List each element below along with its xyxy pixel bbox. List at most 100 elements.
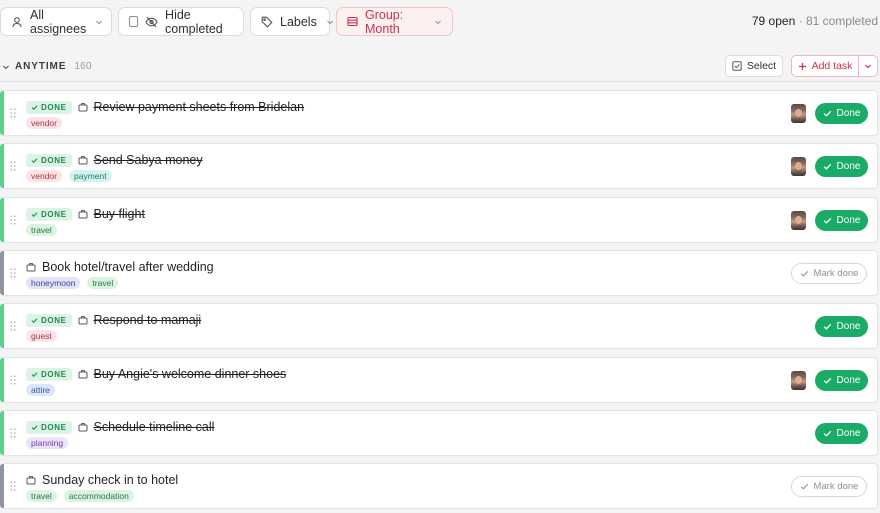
- task-title[interactable]: Review payment sheets from Bridelan: [94, 100, 305, 114]
- tag-travel[interactable]: travel: [87, 277, 119, 289]
- task-title[interactable]: Buy flight: [94, 207, 145, 221]
- done-badge-label: DONE: [41, 315, 67, 325]
- done-button[interactable]: Done: [815, 423, 868, 444]
- done-button[interactable]: Done: [815, 156, 868, 177]
- task-type-icon: [78, 156, 88, 165]
- count-separator: ·: [798, 14, 803, 28]
- task-row[interactable]: DONE Respond to mamaji guest Done: [0, 303, 878, 349]
- task-tags: travel: [26, 224, 57, 236]
- task-title-line: DONE Respond to mamaji: [26, 313, 201, 327]
- task-title[interactable]: Send Sabya money: [94, 153, 203, 167]
- section-toggle[interactable]: ANYTIME 160: [2, 61, 92, 72]
- add-task-options-button[interactable]: [858, 55, 878, 77]
- assignee-avatar[interactable]: [791, 371, 806, 390]
- task-title[interactable]: Schedule timeline call: [94, 420, 215, 434]
- add-task-label: Add task: [811, 60, 853, 72]
- drag-handle-icon[interactable]: [10, 215, 16, 225]
- task-row[interactable]: Book hotel/travel after wedding honeymoo…: [0, 250, 878, 296]
- status-stripe: [0, 411, 4, 455]
- drag-handle-icon[interactable]: [10, 481, 16, 491]
- done-badge: DONE: [26, 153, 72, 167]
- hide-completed-toggle[interactable]: Hide completed: [118, 7, 244, 36]
- labels-label: Labels: [280, 14, 317, 29]
- task-type-icon: [78, 370, 88, 379]
- task-tags: attire: [26, 384, 55, 396]
- task-title-line: DONE Send Sabya money: [26, 153, 203, 167]
- done-badge: DONE: [26, 313, 72, 327]
- task-title-line: DONE Buy Angie's welcome dinner shoes: [26, 367, 286, 381]
- done-button[interactable]: Done: [815, 370, 868, 391]
- done-button[interactable]: Done: [815, 103, 868, 124]
- tag-travel[interactable]: travel: [26, 490, 57, 502]
- done-badge: DONE: [26, 207, 72, 221]
- tag-payment[interactable]: payment: [69, 170, 112, 182]
- check-icon: [31, 371, 38, 377]
- drag-handle-icon[interactable]: [10, 108, 16, 118]
- chevron-down-icon: [865, 64, 871, 69]
- plus-icon: [798, 62, 806, 70]
- select-button[interactable]: Select: [725, 55, 783, 77]
- task-row[interactable]: DONE Send Sabya money vendor payment Done: [0, 143, 878, 189]
- task-row[interactable]: DONE Schedule timeline call planning Don…: [0, 410, 878, 456]
- drag-handle-icon[interactable]: [10, 268, 16, 278]
- done-badge: DONE: [26, 420, 72, 434]
- assignee-avatar[interactable]: [791, 104, 806, 123]
- drag-handle-icon[interactable]: [10, 321, 16, 331]
- drag-handle-icon[interactable]: [10, 375, 16, 385]
- mark-done-label: Mark done: [813, 481, 859, 492]
- mark-done-button[interactable]: Mark done: [791, 476, 867, 497]
- open-count: 79 open: [751, 14, 796, 28]
- task-type-icon: [78, 423, 88, 432]
- task-title[interactable]: Respond to mamaji: [94, 313, 202, 327]
- done-button[interactable]: Done: [815, 210, 868, 231]
- group-label: Group: Month: [365, 7, 404, 36]
- task-row[interactable]: DONE Buy flight travel Done: [0, 197, 878, 243]
- tag-guest[interactable]: guest: [26, 330, 57, 342]
- task-tags: travel accommodation: [26, 490, 134, 502]
- drag-handle-icon[interactable]: [10, 428, 16, 438]
- group-by-month-dropdown[interactable]: Group: Month: [336, 7, 453, 36]
- mark-done-button[interactable]: Mark done: [791, 263, 867, 284]
- tag-travel[interactable]: travel: [26, 224, 57, 236]
- task-type-icon: [78, 210, 88, 219]
- user-icon: [12, 16, 22, 27]
- check-icon: [31, 317, 38, 323]
- calendar-icon: [347, 16, 358, 27]
- task-tags: guest: [26, 330, 57, 342]
- done-button-label: Done: [836, 108, 861, 119]
- hide-completed-checkbox[interactable]: [129, 16, 139, 27]
- task-tags: vendor payment: [26, 170, 112, 182]
- check-icon: [31, 211, 38, 217]
- check-icon: [823, 430, 831, 437]
- tag-attire[interactable]: attire: [26, 384, 55, 396]
- tag-honeymoon[interactable]: honeymoon: [26, 277, 81, 289]
- drag-handle-icon[interactable]: [10, 161, 16, 171]
- task-row[interactable]: DONE Review payment sheets from Bridelan…: [0, 90, 878, 136]
- labels-filter[interactable]: Labels: [250, 7, 333, 36]
- tag-vendor[interactable]: vendor: [26, 170, 62, 182]
- task-row[interactable]: DONE Buy Angie's welcome dinner shoes at…: [0, 357, 878, 403]
- tag-accommodation[interactable]: accommodation: [63, 490, 134, 502]
- task-title[interactable]: Book hotel/travel after wedding: [42, 260, 214, 274]
- tag-vendor[interactable]: vendor: [26, 117, 62, 129]
- task-title[interactable]: Sunday check in to hotel: [42, 473, 178, 487]
- add-task-button[interactable]: Add task: [791, 55, 858, 77]
- section-count: 160: [74, 61, 92, 72]
- task-row[interactable]: Sunday check in to hotel travel accommoda…: [0, 463, 878, 509]
- status-stripe: [0, 464, 4, 508]
- done-button-label: Done: [836, 375, 861, 386]
- done-button-label: Done: [836, 321, 861, 332]
- tag-icon: [261, 16, 273, 28]
- assignee-avatar[interactable]: [791, 211, 806, 230]
- done-button[interactable]: Done: [815, 316, 868, 337]
- all-assignees-filter[interactable]: All assignees: [0, 7, 112, 36]
- assignee-avatar[interactable]: [791, 157, 806, 176]
- tag-planning[interactable]: planning: [26, 437, 69, 449]
- check-icon: [31, 424, 38, 430]
- task-type-icon: [26, 263, 36, 272]
- completed-count: 81 completed: [805, 14, 878, 28]
- task-title[interactable]: Buy Angie's welcome dinner shoes: [94, 367, 287, 381]
- mark-done-label: Mark done: [813, 268, 859, 279]
- done-badge-label: DONE: [41, 422, 67, 432]
- status-stripe: [0, 144, 4, 188]
